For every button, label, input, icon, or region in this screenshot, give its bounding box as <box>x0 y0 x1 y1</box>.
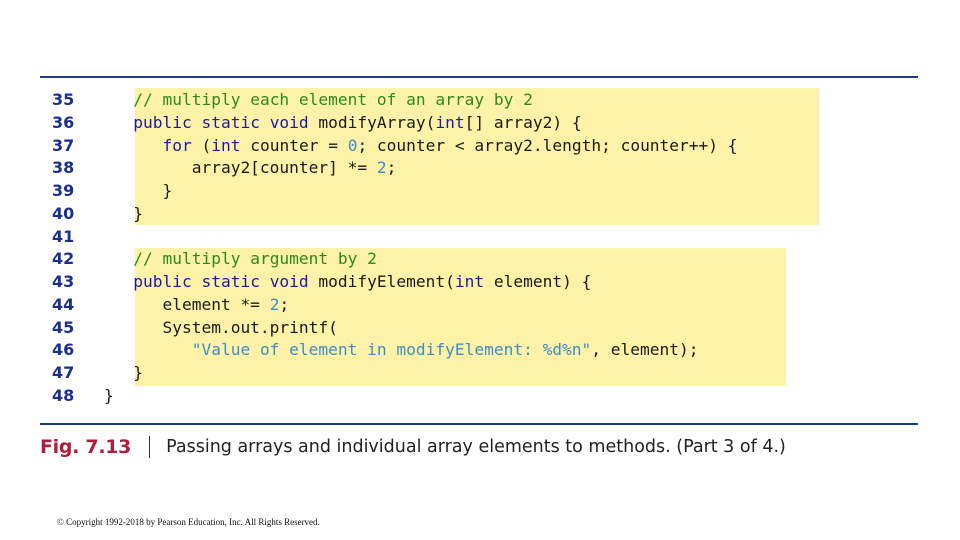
code-line: "Value of element in modifyElement: %d%n… <box>104 339 738 362</box>
code-text: element) { <box>484 272 592 291</box>
code-line: } <box>104 203 738 226</box>
line-number: 46 <box>52 340 75 360</box>
line-number: 44 <box>52 294 75 314</box>
code-text: ; counter < array2.length; counter++) { <box>357 135 738 155</box>
code-line: public static void modifyElement(int ele… <box>104 271 738 294</box>
code-line: System.out.printf( <box>104 317 738 340</box>
code-line: // multiply each element of an array by … <box>104 89 738 112</box>
code-text: , element); <box>591 340 699 360</box>
code-text: } <box>104 385 114 405</box>
caption-separator <box>149 436 151 458</box>
code-comment: // multiply each element of an array by … <box>133 90 533 109</box>
line-number: 47 <box>52 363 75 382</box>
code-keyword: public static void <box>133 112 309 132</box>
code-number: 0 <box>347 135 358 155</box>
code-number: 2 <box>376 158 387 178</box>
line-number: 39 <box>52 181 75 200</box>
code-text: ( <box>191 135 212 155</box>
code-line: } <box>104 385 738 408</box>
code-comment: // multiply argument by 2 <box>133 249 377 269</box>
figure-caption: Fig. 7.13 Passing arrays and individual … <box>40 436 786 458</box>
line-number: 43 <box>52 272 75 291</box>
code-line: element *= 2; <box>104 294 738 317</box>
code-text: } <box>104 181 173 200</box>
code-line: for (int counter = 0; counter < array2.l… <box>104 135 738 158</box>
code-text: ; <box>279 294 290 314</box>
code-keyword: int <box>454 272 485 291</box>
code-text: array2[counter] *= <box>104 158 377 178</box>
code-text: element *= <box>104 294 270 314</box>
code-text: ; <box>386 158 397 178</box>
bottom-rule <box>40 423 918 425</box>
code-line: // multiply argument by 2 <box>104 248 738 271</box>
line-number: 38 <box>52 158 75 178</box>
figure-description: Passing arrays and individual array elem… <box>166 437 786 457</box>
line-number: 35 <box>52 90 75 109</box>
code-text: } <box>104 363 143 382</box>
code-string: "Value of element in modifyElement: %d%n… <box>191 340 592 360</box>
line-number: 40 <box>52 203 75 223</box>
code-text: System.out.printf( <box>104 317 338 337</box>
code-line: public static void modifyArray(int[] arr… <box>104 112 738 135</box>
code-text: modifyArray( <box>308 112 436 132</box>
code-text: counter = <box>240 135 348 155</box>
code-text: modifyElement( <box>308 272 455 291</box>
line-number: 45 <box>52 317 75 337</box>
code-keyword: int <box>435 112 465 132</box>
code-keyword: int <box>211 135 241 155</box>
line-number: 36 <box>52 112 75 132</box>
line-number: 41 <box>52 226 75 246</box>
code-text: } <box>104 203 143 223</box>
code-number: 2 <box>269 294 280 314</box>
figure-label: Fig. 7.13 <box>40 436 132 458</box>
code-line: } <box>104 362 738 385</box>
code-line: } <box>104 180 738 203</box>
code-keyword: public static void <box>133 272 309 291</box>
line-numbers: 35 36 37 38 39 40 41 42 43 44 45 46 47 48 <box>52 89 74 408</box>
copyright-notice: © Copyright 1992-2018 by Pearson Educati… <box>57 517 320 527</box>
top-rule <box>40 76 918 78</box>
line-number: 48 <box>52 385 75 405</box>
line-number: 42 <box>52 249 75 269</box>
code-listing: // multiply each element of an array by … <box>104 89 738 408</box>
line-number: 37 <box>52 135 75 155</box>
code-text: [] array2) { <box>464 112 582 132</box>
code-line: array2[counter] *= 2; <box>104 157 738 180</box>
code-keyword: for <box>162 135 192 155</box>
